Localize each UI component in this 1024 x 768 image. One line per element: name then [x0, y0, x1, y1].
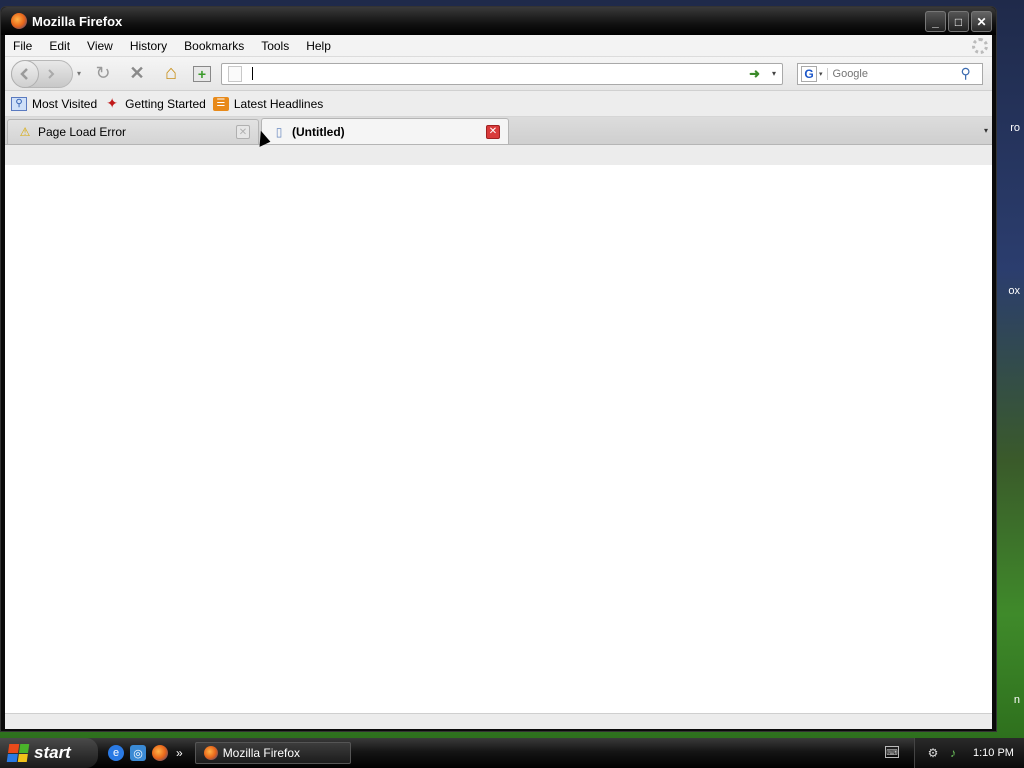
url-input[interactable]	[252, 67, 733, 80]
reload-button[interactable]: ↻	[91, 62, 115, 86]
quick-launch: e ◎ »	[108, 745, 183, 761]
maximize-button[interactable]: □	[948, 11, 969, 32]
page-content[interactable]	[5, 165, 992, 713]
keyboard-icon[interactable]: ⌨	[885, 746, 899, 758]
bookmark-label: Most Visited	[32, 96, 98, 111]
tab-page-load-error[interactable]: ⚠ Page Load Error ✕	[7, 119, 259, 144]
warning-icon: ⚠	[19, 125, 31, 139]
back-arrow-icon	[20, 67, 28, 80]
tab-list-dropdown-icon[interactable]: ▾	[984, 126, 988, 135]
title-bar[interactable]: Mozilla Firefox _ □ ✕	[1, 7, 996, 35]
engine-dropdown-icon[interactable]: ▾	[819, 70, 823, 78]
url-bar[interactable]: ➜ ▾	[221, 62, 784, 85]
home-button[interactable]: ⌂	[159, 62, 183, 86]
home-icon: ⌂	[164, 62, 178, 84]
firefox-quicklaunch-icon[interactable]	[152, 745, 168, 761]
most-visited-icon: ⚲	[11, 96, 27, 111]
url-dropdown-icon[interactable]: ▾	[772, 69, 776, 78]
tab-label: (Untitled)	[292, 124, 345, 139]
search-bar[interactable]: G ▾ ⚲	[797, 62, 983, 85]
firefox-window: Mozilla Firefox _ □ ✕ File Edit View His…	[0, 6, 997, 732]
task-label: Mozilla Firefox	[222, 746, 301, 760]
menu-history[interactable]: History	[128, 39, 169, 53]
start-label: start	[34, 743, 71, 762]
search-input[interactable]	[826, 67, 957, 80]
history-dropdown-icon[interactable]: ▾	[77, 69, 81, 78]
tab-strip: ⚠ Page Load Error ✕ ▯ (Untitled) ✕ ▾	[5, 117, 992, 145]
menu-file[interactable]: File	[11, 39, 34, 53]
bookmark-getting-started[interactable]: ✦ Getting Started	[104, 95, 206, 111]
forward-arrow-icon	[48, 68, 55, 79]
navigation-toolbar: ▾ ↻ ✕ ⌂ + ➜ ▾ G ▾ ⚲	[5, 57, 992, 91]
media-icon[interactable]: ◎	[130, 745, 146, 761]
desktop-label-2: ox	[1008, 285, 1020, 297]
stop-button[interactable]: ✕	[125, 62, 149, 86]
tab-close-icon[interactable]: ✕	[486, 124, 500, 139]
window-title: Mozilla Firefox	[32, 13, 123, 29]
menu-view[interactable]: View	[85, 39, 115, 53]
close-button[interactable]: ✕	[971, 11, 992, 32]
bookmark-label: Latest Headlines	[233, 96, 324, 111]
menu-help[interactable]: Help	[304, 39, 333, 53]
menu-bookmarks[interactable]: Bookmarks	[182, 39, 246, 53]
start-button[interactable]: start	[0, 738, 98, 768]
tab-label: Page Load Error	[38, 125, 127, 139]
page-icon	[228, 65, 243, 82]
tab-untitled[interactable]: ▯ (Untitled) ✕	[261, 118, 509, 144]
bookmark-latest-headlines[interactable]: ☰ Latest Headlines	[212, 96, 324, 111]
network-icon[interactable]: ⚙	[925, 745, 941, 761]
throbber-icon	[972, 38, 988, 54]
blank-page-icon: ▯	[275, 124, 283, 139]
menu-tools[interactable]: Tools	[259, 39, 291, 53]
tab-close-icon[interactable]: ✕	[236, 125, 250, 139]
menu-bar: File Edit View History Bookmarks Tools H…	[5, 35, 992, 57]
new-bookmark-button[interactable]: +	[193, 65, 212, 82]
taskbar-item-firefox[interactable]: Mozilla Firefox	[194, 742, 351, 764]
taskbar: start e ◎ » Mozilla Firefox ⌨ ⚙ ♪ 1:10 P…	[0, 738, 1024, 768]
desktop-label-3: n	[1013, 694, 1020, 706]
volume-icon[interactable]: ♪	[945, 745, 961, 761]
getting-started-icon: ✦	[106, 95, 118, 111]
internet-explorer-icon[interactable]: e	[108, 745, 124, 761]
firefox-icon	[11, 13, 27, 29]
google-engine-icon[interactable]: G	[801, 65, 817, 82]
status-bar	[5, 713, 992, 729]
bookmark-label: Getting Started	[125, 96, 206, 111]
stop-icon: ✕	[129, 63, 145, 83]
firefox-icon	[203, 746, 218, 760]
bookmark-add-icon: +	[197, 65, 207, 82]
magnifier-icon[interactable]: ⚲	[961, 65, 971, 82]
windows-logo-icon	[6, 744, 30, 762]
quicklaunch-more-icon[interactable]: »	[176, 746, 183, 760]
forward-button[interactable]	[39, 68, 63, 79]
window-controls: _ □ ✕	[925, 11, 992, 32]
system-tray: ⚙ ♪ 1:10 PM	[914, 738, 1024, 768]
go-arrow-icon[interactable]: ➜	[749, 66, 760, 82]
reload-icon: ↻	[95, 63, 111, 83]
bookmarks-toolbar: ⚲ Most Visited ✦ Getting Started ☰ Lates…	[5, 91, 992, 117]
menu-edit[interactable]: Edit	[47, 39, 72, 53]
rss-feed-icon: ☰	[212, 96, 229, 111]
clock[interactable]: 1:10 PM	[973, 747, 1014, 759]
desktop-label-1: ro	[1010, 122, 1020, 134]
bookmark-most-visited[interactable]: ⚲ Most Visited	[11, 96, 98, 111]
minimize-button[interactable]: _	[925, 11, 946, 32]
browser-client: File Edit View History Bookmarks Tools H…	[5, 35, 992, 729]
back-button[interactable]	[11, 59, 39, 88]
back-forward-group	[11, 59, 73, 88]
